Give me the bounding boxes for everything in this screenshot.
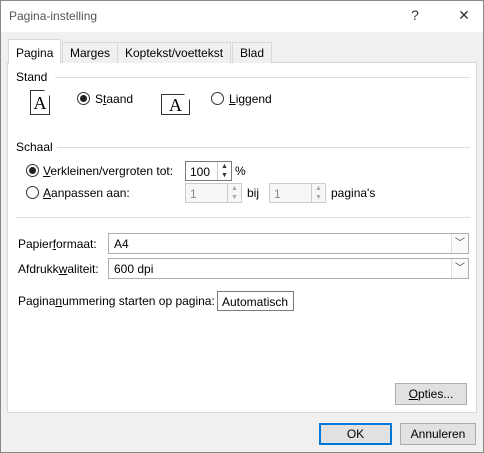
spin-down-icon[interactable]: ▼ [218,171,231,180]
landscape-radio[interactable] [211,92,224,105]
tab-koptekst-voettekst[interactable]: Koptekst/voettekst [117,42,232,63]
page-setup-dialog: Pagina-instelling ? ✕ Pagina Marges Kopt… [0,0,484,453]
paper-size-select[interactable]: A4 ﹀ [108,233,469,254]
spin-up-icon[interactable]: ▲ [312,184,325,193]
spin-down-icon[interactable]: ▼ [228,193,241,202]
spin-up-icon[interactable]: ▲ [218,162,231,171]
chevron-down-icon[interactable]: ﹀ [451,259,468,278]
portrait-label[interactable]: Staand [95,92,133,106]
title-bar: Pagina-instelling ? ✕ [1,1,483,32]
help-button[interactable]: ? [405,7,425,25]
first-page-number-label: Paginanummering starten op pagina: [18,294,215,308]
scale-adjust-radio[interactable] [26,164,39,177]
stand-group-label: Stand [16,70,48,84]
fit-pages-label: pagina's [331,186,376,200]
schaal-group-label: Schaal [16,140,53,154]
paper-size-value: A4 [114,237,129,251]
section-divider [16,217,470,218]
stand-group-line [55,77,470,78]
fit-pages-tall-stepper[interactable]: 1 ▲ ▼ [269,183,326,203]
first-page-number-input[interactable]: Automatisch [217,291,294,311]
fit-to-radio[interactable] [26,186,39,199]
dialog-title: Pagina-instelling [9,9,98,23]
scale-percent-stepper[interactable]: 100 ▲ ▼ [185,161,232,181]
tab-blad[interactable]: Blad [232,42,273,63]
fit-pages-wide-stepper[interactable]: 1 ▲ ▼ [185,183,242,203]
close-button[interactable]: ✕ [454,7,474,25]
fit-to-label[interactable]: Aanpassen aan: [43,186,130,200]
print-quality-select[interactable]: 600 dpi ﹀ [108,258,469,279]
portrait-radio[interactable] [77,92,90,105]
scale-percent-unit: % [235,164,246,178]
tab-pagina[interactable]: Pagina [8,39,62,64]
schaal-group-line [57,147,470,148]
fit-by-label: bij [247,186,260,200]
scale-percent-value: 100 [190,165,211,179]
portrait-page-icon: A [30,90,50,115]
ok-button[interactable]: OK [319,423,392,445]
tab-marges[interactable]: Marges [62,42,119,63]
landscape-page-icon: A [161,94,190,115]
spin-down-icon[interactable]: ▼ [312,193,325,202]
landscape-label[interactable]: Liggend [229,92,272,106]
options-button[interactable]: Opties... [395,383,467,405]
scale-adjust-label[interactable]: Verkleinen/vergroten tot: [43,164,173,178]
cancel-button[interactable]: Annuleren [400,423,476,445]
chevron-down-icon[interactable]: ﹀ [451,234,468,253]
print-quality-label: Afdrukkwaliteit: [18,262,99,276]
print-quality-value: 600 dpi [114,262,154,276]
fit-pages-wide-value: 1 [190,187,197,201]
paper-size-label: Papierformaat: [18,237,97,251]
fit-pages-tall-value: 1 [274,187,281,201]
spin-up-icon[interactable]: ▲ [228,184,241,193]
